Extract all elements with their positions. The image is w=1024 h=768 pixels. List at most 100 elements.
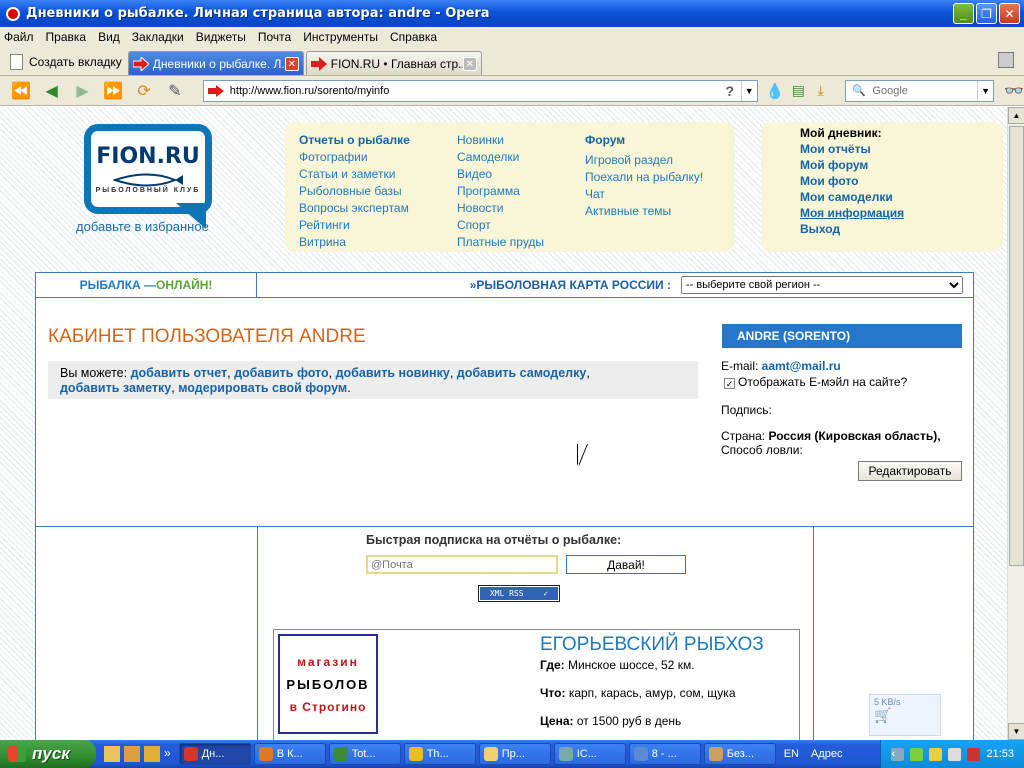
menu-mail[interactable]: Почта — [258, 30, 291, 44]
menu-item-photos[interactable]: Фотографии — [299, 149, 410, 166]
tab-fion-home[interactable]: FION.RU • Главная стр... ✕ — [305, 51, 482, 75]
tray-network-icon[interactable] — [910, 747, 924, 761]
close-button[interactable]: ✕ — [999, 3, 1020, 24]
transfer-speed-widget[interactable]: 5 KB/s 🛒 — [869, 694, 941, 736]
add-to-favorites-link[interactable]: добавьте в избранное — [76, 219, 209, 234]
search-box[interactable]: 🔍 ▼ — [845, 79, 995, 102]
maximize-button[interactable]: ❐ — [976, 3, 997, 24]
fast-forward-icon[interactable]: ⏩ — [102, 80, 124, 102]
moderate-forum-link[interactable]: модерировать свой форум — [178, 381, 347, 395]
menu-bookmarks[interactable]: Закладки — [132, 30, 184, 44]
advertisement[interactable]: магазин РЫБОЛОВ в Строгино ЕГОРЬЕВСКИЙ Р… — [273, 629, 800, 740]
edit-icon[interactable]: ✎ — [164, 80, 186, 102]
download-icon[interactable]: ⤓ — [818, 82, 836, 100]
vertical-scrollbar[interactable]: ▲ ▼ — [1007, 107, 1024, 740]
fishing-online-link[interactable]: РЫБАЛКА — ОНЛАЙН! — [36, 273, 257, 297]
tray-app-icon[interactable] — [929, 747, 943, 761]
more-chevron-icon[interactable]: » — [164, 746, 171, 762]
menu-widgets[interactable]: Виджеты — [196, 30, 246, 44]
edit-button[interactable]: Редактировать — [858, 461, 962, 481]
forward-icon[interactable]: ▶ — [72, 80, 94, 102]
menu-item-sport[interactable]: Спорт — [457, 217, 544, 234]
tab-diaries[interactable]: Дневники о рыбалке. Л... ✕ — [127, 51, 304, 75]
menu-item-news[interactable]: Новости — [457, 200, 544, 217]
reload-icon[interactable]: ⟳ — [133, 80, 155, 102]
menu-item-ratings[interactable]: Рейтинги — [299, 217, 410, 234]
scroll-up-icon[interactable]: ▲ — [1008, 107, 1024, 124]
email-link[interactable]: aamt@mail.ru — [762, 359, 841, 373]
my-diy-link[interactable]: Мои самоделки — [800, 189, 1003, 205]
menu-edit[interactable]: Правка — [46, 30, 87, 44]
menu-item-program[interactable]: Программа — [457, 183, 544, 200]
trash-icon[interactable] — [998, 52, 1014, 68]
new-tab-button[interactable]: Создать вкладку — [4, 49, 128, 75]
logout-link[interactable]: Выход — [800, 221, 1003, 237]
tray-volume-icon[interactable] — [948, 747, 962, 761]
task-total[interactable]: Tot... — [328, 743, 401, 765]
tab-close-icon[interactable]: ✕ — [462, 56, 477, 71]
menu-item-bases[interactable]: Рыболовные базы — [299, 183, 410, 200]
menu-item-showcase[interactable]: Витрина — [299, 234, 410, 251]
menu-item-lets-go-fishing[interactable]: Поехали на рыбалку! — [585, 169, 703, 186]
tab-close-icon[interactable]: ✕ — [284, 56, 299, 71]
task-opera[interactable]: Дн... — [178, 743, 251, 765]
scroll-thumb[interactable] — [1009, 126, 1024, 566]
start-button[interactable]: пуск — [0, 740, 96, 768]
pen-icon[interactable] — [124, 746, 140, 762]
url-input[interactable] — [229, 84, 719, 97]
my-forum-link[interactable]: Мой форум — [800, 157, 1003, 173]
chevron-down-icon[interactable]: ▼ — [740, 80, 757, 101]
menu-item-diy[interactable]: Самоделки — [457, 149, 544, 166]
subscribe-button[interactable]: Давай! — [566, 555, 686, 574]
subscribe-email-input[interactable] — [366, 555, 558, 574]
menu-item-forum[interactable]: Форум — [585, 132, 703, 149]
menu-tools[interactable]: Инструменты — [303, 30, 378, 44]
menu-view[interactable]: Вид — [98, 30, 120, 44]
add-report-link[interactable]: добавить отчет — [131, 366, 228, 380]
glasses-icon[interactable]: 👓 — [1004, 81, 1024, 101]
site-logo[interactable]: FION.RU РЫБОЛОВНЫЙ КЛУБ — [84, 124, 212, 214]
task-explorer[interactable]: Пр... — [478, 743, 551, 765]
task-icq[interactable]: IC... — [553, 743, 626, 765]
scroll-down-icon[interactable]: ▼ — [1008, 723, 1024, 740]
menu-item-games[interactable]: Игровой раздел — [585, 152, 703, 169]
minimize-button[interactable]: _ — [953, 3, 974, 24]
folder-icon[interactable] — [104, 746, 120, 762]
menu-help[interactable]: Справка — [390, 30, 437, 44]
menu-item-chat[interactable]: Чат — [585, 186, 703, 203]
shop-banner[interactable]: магазин РЫБОЛОВ в Строгино — [278, 634, 378, 734]
tray-flag-icon[interactable] — [967, 747, 981, 761]
menu-item-reports[interactable]: Отчеты о рыбалке — [299, 132, 410, 149]
region-select[interactable]: -- выберите свой регион -- — [681, 276, 963, 294]
task-the-bat[interactable]: Th... — [403, 743, 476, 765]
task-document[interactable]: 8 - ... — [628, 743, 701, 765]
menu-item-experts[interactable]: Вопросы экспертам — [299, 200, 410, 217]
water-drop-icon[interactable]: 💧 — [766, 82, 785, 100]
task-paint[interactable]: Без... — [703, 743, 776, 765]
search-input[interactable] — [872, 84, 973, 97]
my-info-link[interactable]: Моя информация — [800, 205, 1003, 221]
language-indicator[interactable]: EN — [784, 748, 799, 760]
add-note-link[interactable]: добавить заметку — [60, 381, 171, 395]
menu-item-video[interactable]: Видео — [457, 166, 544, 183]
rewind-icon[interactable]: ⏪ — [10, 80, 32, 102]
menu-item-paid-ponds[interactable]: Платные пруды — [457, 234, 544, 251]
chevron-down-icon[interactable]: ▼ — [977, 80, 993, 101]
rss-badge[interactable]: XML RSS ✓ — [478, 585, 560, 602]
menu-file[interactable]: Файл — [4, 30, 34, 44]
page-add-icon[interactable]: ▤ — [792, 82, 810, 100]
add-novelty-link[interactable]: добавить новинку — [336, 366, 450, 380]
site-info-icon[interactable]: ? — [719, 83, 741, 99]
ad-title[interactable]: ЕГОРЬЕВСКИЙ РЫБХОЗ — [540, 634, 764, 656]
show-email-checkbox[interactable]: ✓ — [724, 378, 735, 389]
menu-item-novelties[interactable]: Новинки — [457, 132, 544, 149]
back-icon[interactable]: ◀ — [41, 80, 63, 102]
menu-item-active-topics[interactable]: Активные темы — [585, 203, 703, 220]
my-reports-link[interactable]: Мои отчёты — [800, 141, 1003, 157]
menu-item-articles[interactable]: Статьи и заметки — [299, 166, 410, 183]
task-firefox[interactable]: В К... — [253, 743, 326, 765]
tool-icon[interactable] — [144, 746, 160, 762]
add-diy-link[interactable]: добавить самоделку — [457, 366, 587, 380]
add-photo-link[interactable]: добавить фото — [234, 366, 329, 380]
address-bar[interactable]: ? ▼ — [202, 79, 758, 102]
